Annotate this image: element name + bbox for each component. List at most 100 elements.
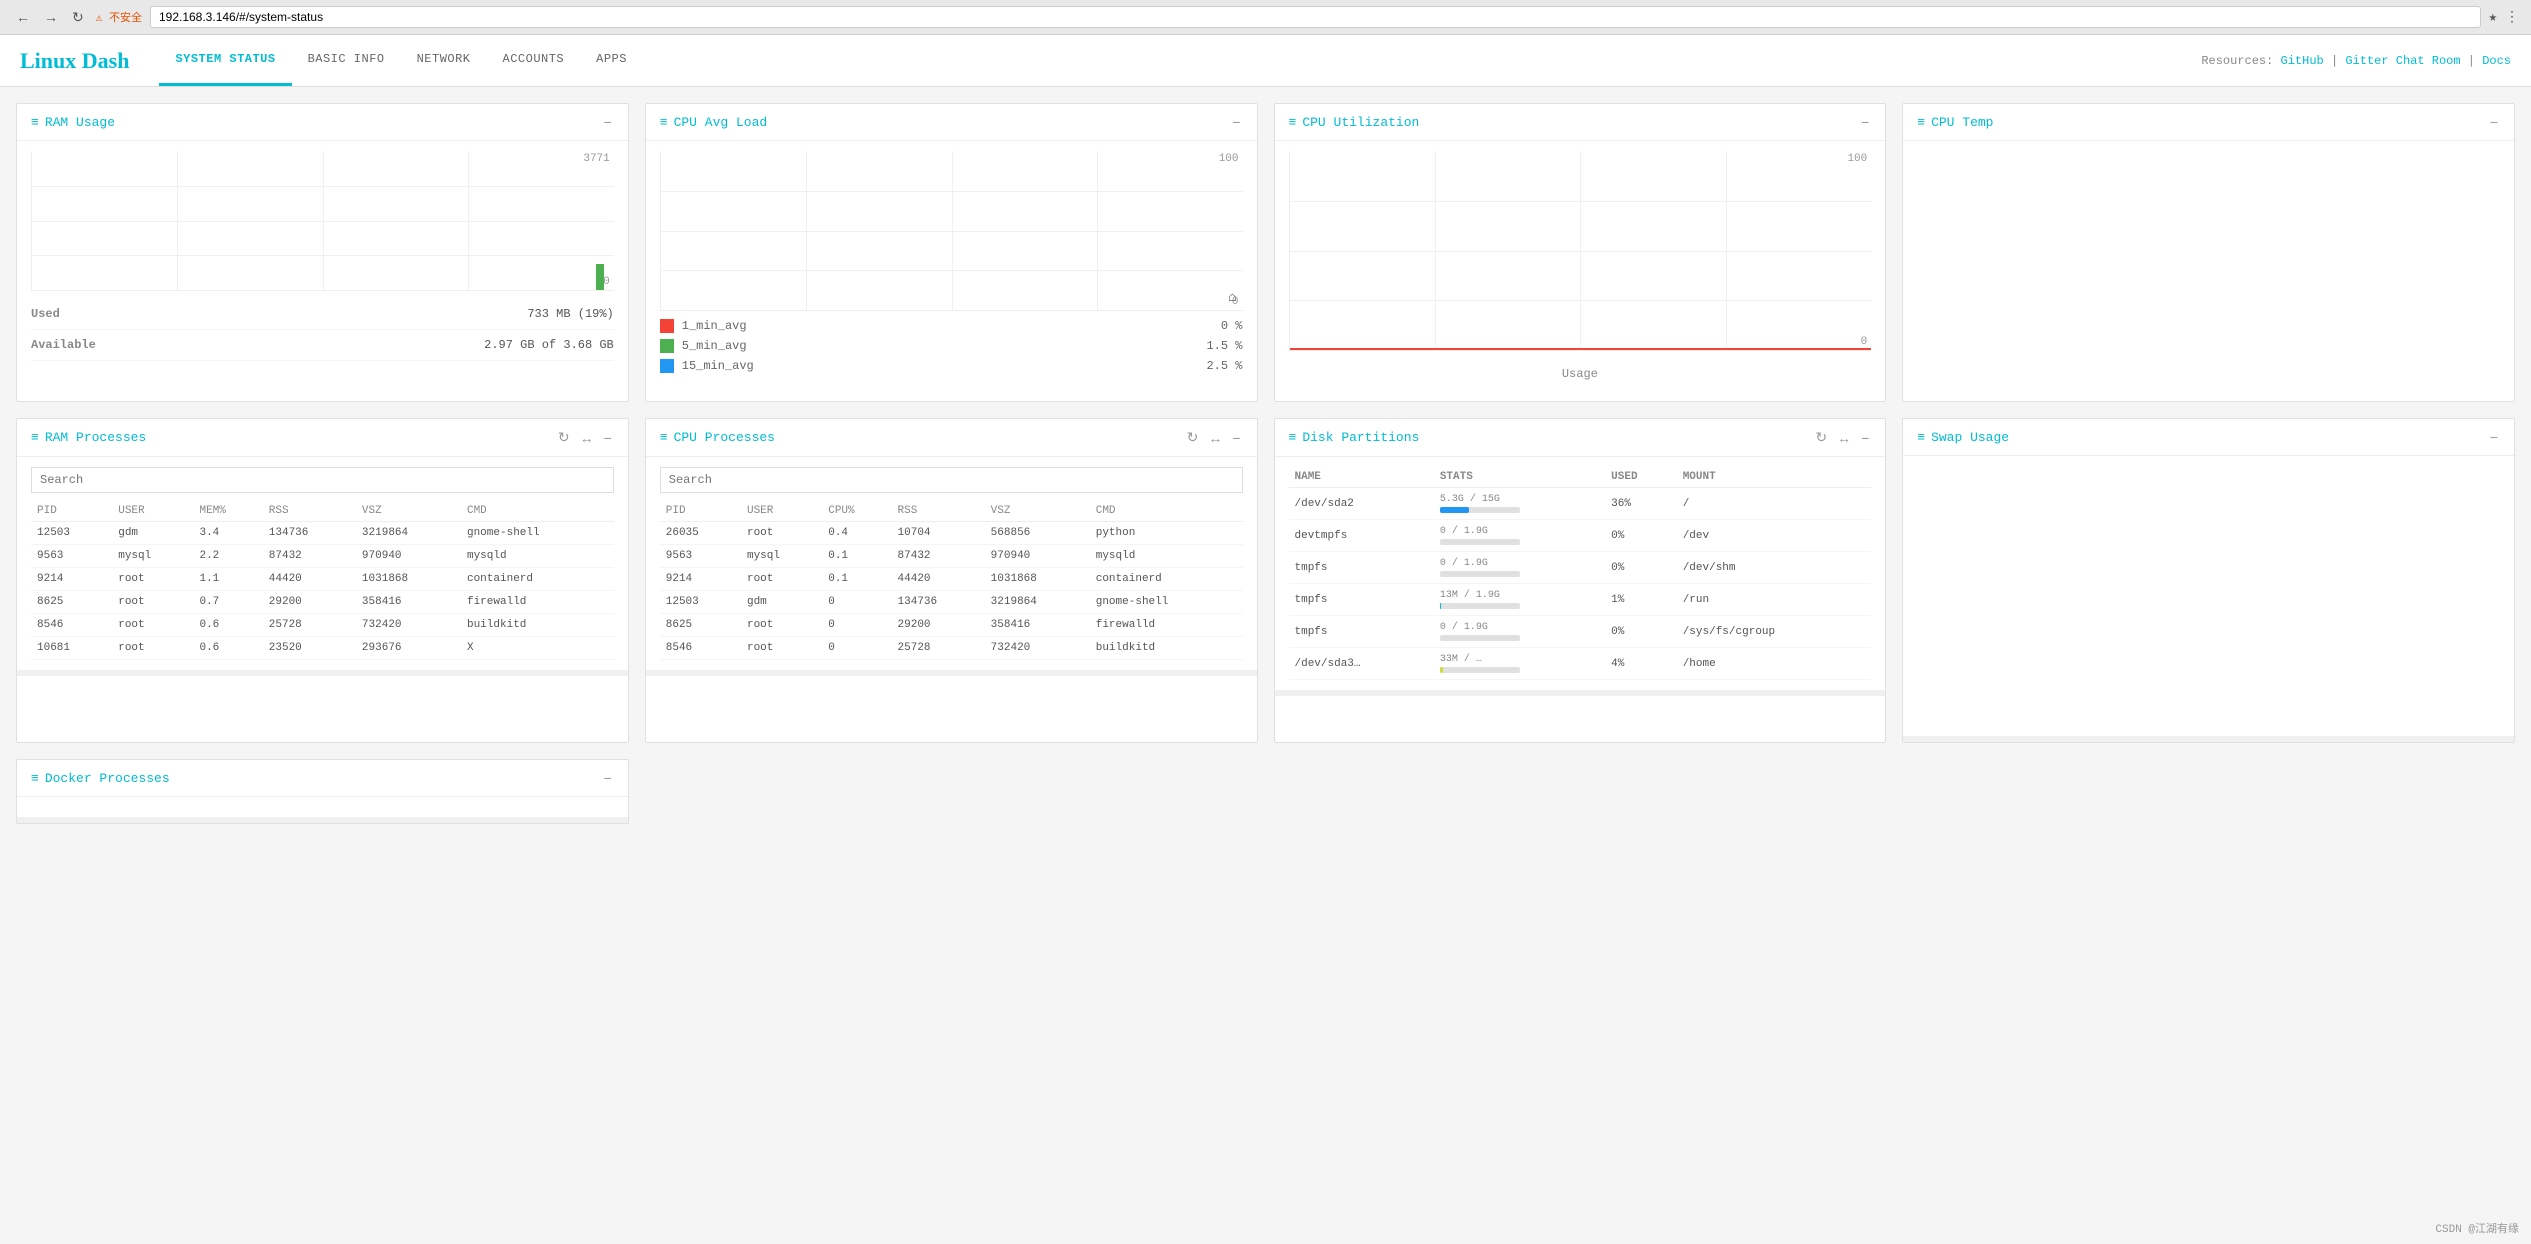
chart-v-line <box>1580 151 1581 350</box>
cpu-avg-minimize[interactable]: − <box>1230 114 1242 130</box>
disk-col-mount: MOUNT <box>1677 467 1872 488</box>
rss-cell: 44420 <box>263 568 356 591</box>
disk-used-cell: 0% <box>1605 552 1677 584</box>
bookmark-icon[interactable]: ★ <box>2489 9 2497 26</box>
cpu-util-title: ≡ CPU Utilization <box>1289 115 1420 130</box>
cpu-processes-minimize[interactable]: − <box>1230 430 1242 446</box>
disk-used-cell: 0% <box>1605 616 1677 648</box>
disk-progress-bar <box>1440 507 1469 513</box>
cpu-temp-card: ≡ CPU Temp − <box>1902 103 2515 402</box>
github-link[interactable]: GitHub <box>2281 54 2324 68</box>
cpu-processes-table: PID USER CPU% RSS VSZ CMD 26035 root 0.4… <box>660 501 1243 660</box>
url-bar[interactable] <box>150 6 2481 28</box>
col-vsz: VSZ <box>356 501 461 522</box>
disk-expand[interactable]: ↔ <box>1835 430 1853 446</box>
disk-resize[interactable] <box>1275 690 1886 696</box>
disk-stats-cell: 5.3G / 15G <box>1434 488 1605 520</box>
ram-chart-max: 3771 <box>583 153 609 165</box>
swap-resize[interactable] <box>1903 736 2514 742</box>
cpu-util-minimize[interactable]: − <box>1859 114 1871 130</box>
col-rss: RSS <box>892 501 985 522</box>
vsz-cell: 3219864 <box>356 522 461 545</box>
vsz-cell: 1031868 <box>985 568 1090 591</box>
ram-processes-minimize[interactable]: − <box>602 430 614 446</box>
disk-progress-container <box>1440 507 1520 513</box>
cpu-processes-resize[interactable] <box>646 670 1257 676</box>
rss-cell: 10704 <box>892 522 985 545</box>
cpu-processes-body: PID USER CPU% RSS VSZ CMD 26035 root 0.4… <box>646 457 1257 670</box>
disk-partitions-body: NAME STATS USED MOUNT /dev/sda2 5.3G / 1… <box>1275 457 1886 690</box>
tab-apps[interactable]: APPS <box>580 35 643 86</box>
legend-value-1min: 0 % <box>1221 319 1243 333</box>
reload-button[interactable]: ↻ <box>68 7 88 28</box>
menu-icon[interactable]: ⋮ <box>2505 9 2519 26</box>
mem-cell: 0.6 <box>193 614 262 637</box>
tab-accounts[interactable]: ACCOUNTS <box>487 35 581 86</box>
main-nav: SYSTEM STATUS BASIC INFO NETWORK ACCOUNT… <box>159 35 642 86</box>
cpu-util-usage-label: Usage <box>1289 359 1872 389</box>
ram-usage-header: ≡ RAM Usage − <box>17 104 628 141</box>
table-row: tmpfs 13M / 1.9G 1% /run <box>1289 584 1872 616</box>
user-cell: root <box>741 637 822 660</box>
main-content: ≡ RAM Usage − 3771 0 <box>0 87 2531 856</box>
browser-nav: ← → ↻ <box>12 7 88 28</box>
disk-partitions-table: NAME STATS USED MOUNT /dev/sda2 5.3G / 1… <box>1289 467 1872 680</box>
docker-resize[interactable] <box>17 817 628 823</box>
disk-refresh[interactable]: ↻ <box>1813 429 1829 446</box>
swap-usage-header: ≡ Swap Usage − <box>1903 419 2514 456</box>
cpu-processes-header: ≡ CPU Processes ↻ ↔ − <box>646 419 1257 457</box>
cpu-avg-load-body: 100 0 ⌂ 1_min_avg 0 % <box>646 141 1257 383</box>
ram-processes-expand[interactable]: ↔ <box>578 430 596 446</box>
gitter-link[interactable]: Gitter Chat Room <box>2345 54 2460 68</box>
cmd-cell: mysqld <box>461 545 614 568</box>
rss-cell: 87432 <box>892 545 985 568</box>
vsz-cell: 970940 <box>356 545 461 568</box>
cmd-cell: X <box>461 637 614 660</box>
user-cell: gdm <box>112 522 193 545</box>
back-button[interactable]: ← <box>12 7 34 28</box>
cpu-processes-expand[interactable]: ↔ <box>1206 430 1224 446</box>
disk-minimize[interactable]: − <box>1859 430 1871 446</box>
legend-color-1min <box>660 319 674 333</box>
cmd-cell: python <box>1090 522 1243 545</box>
ram-processes-card: ≡ RAM Processes ↻ ↔ − PID USER MEM% <box>16 418 629 743</box>
cpu-temp-minimize[interactable]: − <box>2488 114 2500 130</box>
cpu-cell: 0 <box>822 614 891 637</box>
forward-button[interactable]: → <box>40 7 62 28</box>
cpu-util-body: 100 0 Usage <box>1275 141 1886 399</box>
legend-label-1min: 1_min_avg <box>682 319 1213 333</box>
user-cell: root <box>112 568 193 591</box>
rss-cell: 134736 <box>263 522 356 545</box>
disk-mount-cell: /home <box>1677 648 1872 680</box>
ram-processes-search[interactable] <box>31 467 614 493</box>
ram-used-value: 733 MB (19%) <box>527 307 613 321</box>
swap-minimize[interactable]: − <box>2488 429 2500 445</box>
rss-cell: 29200 <box>263 591 356 614</box>
cpu-processes-refresh[interactable]: ↻ <box>1185 429 1201 446</box>
ram-processes-refresh[interactable]: ↻ <box>556 429 572 446</box>
cmd-cell: buildkitd <box>461 614 614 637</box>
watermark: CSDN @江湖有缘 <box>2435 1220 2519 1236</box>
ram-processes-resize[interactable] <box>17 670 628 676</box>
ram-usage-minimize[interactable]: − <box>602 114 614 130</box>
disk-col-stats: STATS <box>1434 467 1605 488</box>
cpu-processes-search[interactable] <box>660 467 1243 493</box>
cpu-temp-header: ≡ CPU Temp − <box>1903 104 2514 141</box>
ram-available-row: Available 2.97 GB of 3.68 GB <box>31 330 614 361</box>
disk-mount-cell: /sys/fs/cgroup <box>1677 616 1872 648</box>
tab-basic-info[interactable]: BASIC INFO <box>292 35 401 86</box>
menu-icon: ≡ <box>1917 115 1925 130</box>
col-user: USER <box>741 501 822 522</box>
tab-system-status[interactable]: SYSTEM STATUS <box>159 35 291 86</box>
tab-network[interactable]: NETWORK <box>401 35 487 86</box>
docs-link[interactable]: Docs <box>2482 54 2511 68</box>
cpu-avg-load-title: ≡ CPU Avg Load <box>660 115 767 130</box>
cpu-util-max: 100 <box>1847 153 1867 165</box>
cpu-avg-load-header: ≡ CPU Avg Load − <box>646 104 1257 141</box>
disk-used-cell: 1% <box>1605 584 1677 616</box>
table-row: 10681 root 0.6 23520 293676 X <box>31 637 614 660</box>
docker-minimize[interactable]: − <box>602 770 614 786</box>
ram-available-value: 2.97 GB of 3.68 GB <box>484 338 614 352</box>
cpu-temp-body <box>1903 141 2514 401</box>
user-cell: root <box>112 614 193 637</box>
